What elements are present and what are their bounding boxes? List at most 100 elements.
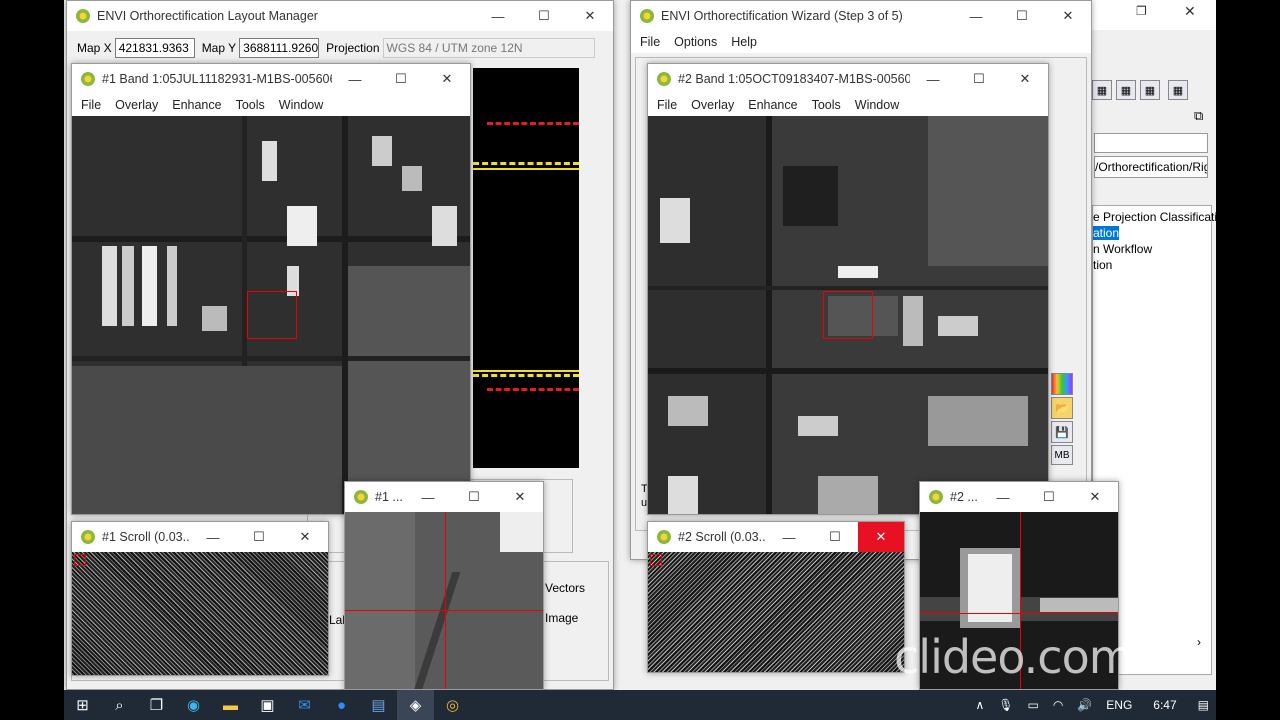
save-button[interactable]: 💾 (1051, 421, 1073, 443)
tree-item-selected[interactable]: ation (1093, 225, 1211, 241)
window-title: #2 Band 1:05OCT09183407-M1BS-005606... (678, 72, 910, 86)
scroll-overview-image[interactable] (648, 552, 904, 672)
close-button[interactable]: ✕ (424, 64, 470, 94)
zoom-image[interactable] (345, 512, 543, 689)
task-view-icon[interactable]: ❐ (138, 690, 175, 720)
mapy-field[interactable]: 3688111.9260 (239, 38, 320, 58)
store-icon[interactable]: ▣ (249, 690, 286, 720)
menu-options[interactable]: Options (667, 35, 724, 49)
zoom-indicator-box[interactable] (247, 291, 297, 339)
envi-active-icon[interactable]: ◈ (397, 690, 434, 720)
close-button[interactable]: ✕ (282, 522, 328, 552)
menu-enhance[interactable]: Enhance (741, 98, 804, 112)
color-table-button[interactable] (1051, 373, 1073, 395)
menu-bar: File Overlay Enhance Tools Window (72, 94, 470, 116)
speaker-icon[interactable]: 🔊 (1070, 698, 1099, 712)
menu-tools[interactable]: Tools (229, 98, 272, 112)
close-button[interactable]: ✕ (1002, 64, 1048, 94)
search-field[interactable] (1094, 133, 1208, 153)
toolbar-button[interactable]: ▦ (1168, 80, 1188, 100)
view-indicator-box[interactable] (74, 554, 86, 566)
minimize-button[interactable]: — (405, 482, 451, 512)
wifi-icon[interactable]: ◠ (1046, 698, 1070, 712)
start-icon[interactable]: ⊞ (64, 690, 101, 720)
minimize-button[interactable]: — (910, 64, 956, 94)
minimize-button[interactable]: — (332, 64, 378, 94)
menu-file[interactable]: File (650, 98, 684, 112)
close-button[interactable]: ✕ (497, 482, 543, 512)
maximize-button[interactable]: ☐ (812, 522, 858, 552)
envi-app-icon (354, 490, 368, 504)
clock[interactable]: 6:47 (1139, 698, 1190, 712)
menu-overlay[interactable]: Overlay (684, 98, 741, 112)
close-button[interactable]: ✕ (1045, 1, 1091, 31)
scroll-overview-image[interactable] (72, 552, 328, 675)
battery-icon[interactable]: ▭ (1021, 698, 1046, 712)
menu-enhance[interactable]: Enhance (165, 98, 228, 112)
tree-item[interactable]: e Projection Classification (1093, 209, 1216, 225)
minimize-button[interactable]: — (475, 1, 521, 31)
menu-window[interactable]: Window (848, 98, 906, 112)
mb-button[interactable]: MB (1051, 445, 1073, 465)
path-field: /Orthorectification/Rigc (1094, 156, 1208, 178)
menu-file[interactable]: File (633, 35, 667, 49)
envi-app-icon (81, 530, 95, 544)
maximize-button[interactable]: ☐ (236, 522, 282, 552)
chrome-icon[interactable]: ◎ (434, 690, 471, 720)
menu-bar: File Options Help (631, 31, 1091, 53)
scroll-right-icon[interactable]: › (1197, 634, 1201, 650)
minimize-button[interactable]: — (190, 522, 236, 552)
maximize-button[interactable]: ☐ (378, 64, 424, 94)
maximize-button[interactable]: ☐ (451, 482, 497, 512)
window-title: ENVI Orthorectification Wizard (Step 3 o… (661, 9, 903, 23)
language-indicator[interactable]: ENG (1099, 698, 1139, 712)
toolbar-button[interactable]: ▦ (1092, 80, 1112, 100)
envi-taskbar-icon[interactable]: ▤ (360, 690, 397, 720)
menu-tools[interactable]: Tools (805, 98, 848, 112)
maximize-button[interactable]: ☐ (521, 1, 567, 31)
tree-item[interactable]: tion (1093, 257, 1211, 273)
close-button[interactable]: ✕ (567, 1, 613, 31)
zoom-app-icon[interactable]: ● (323, 690, 360, 720)
menu-window[interactable]: Window (272, 98, 330, 112)
notifications-icon[interactable]: ▤ (1191, 698, 1216, 712)
restore-icon[interactable]: ❐ (1136, 4, 1147, 18)
title-bar: ENVI Orthorectification Wizard (Step 3 o… (631, 1, 1091, 31)
envi-app-icon (640, 9, 654, 23)
minimize-button[interactable]: — (980, 482, 1026, 512)
satellite-image[interactable] (648, 116, 1048, 514)
window-title: #1 ... (375, 490, 403, 504)
mapx-field[interactable]: 421831.9363 (114, 38, 195, 58)
chevron-up-icon[interactable]: ∧ (968, 698, 991, 712)
mail-icon[interactable]: ✉ (286, 690, 323, 720)
maximize-button[interactable]: ☐ (956, 64, 1002, 94)
maximize-button[interactable]: ☐ (1026, 482, 1072, 512)
file-explorer-icon[interactable]: ▬ (212, 690, 249, 720)
menu-help[interactable]: Help (724, 35, 764, 49)
menu-overlay[interactable]: Overlay (108, 98, 165, 112)
title-bar: #1 Scroll (0.03... — ☐ ✕ (72, 522, 328, 552)
panel-icon[interactable]: ⧉ (1194, 108, 1203, 124)
overview-panel (473, 68, 579, 468)
close-button[interactable]: ✕ (1072, 482, 1118, 512)
tree-item[interactable]: n Workflow (1093, 241, 1211, 257)
edge-icon[interactable]: ◉ (175, 690, 212, 720)
microphone-icon[interactable]: 🎙 (991, 698, 1020, 712)
envi-app-icon (76, 9, 90, 23)
close-button[interactable]: ✕ (858, 522, 904, 552)
toolbar-button[interactable]: ▦ (1116, 80, 1136, 100)
search-icon[interactable]: ⌕ (101, 690, 138, 720)
close-icon[interactable]: ✕ (1184, 3, 1196, 20)
toolbar-button[interactable]: ▦ (1140, 80, 1160, 100)
envi-app-icon (657, 72, 671, 86)
desktop: ❐ ✕ ▦ ▦ ▦ ▦ ⧉ /Orthorectification/Rigc e… (64, 0, 1216, 690)
zoom-indicator-box[interactable] (823, 291, 873, 339)
open-folder-button[interactable]: 📂 (1051, 397, 1073, 419)
view-indicator-box[interactable] (650, 554, 662, 566)
minimize-button[interactable]: — (953, 1, 999, 31)
envi-app-icon (81, 72, 95, 86)
maximize-button[interactable]: ☐ (999, 1, 1045, 31)
minimize-button[interactable]: — (766, 522, 812, 552)
satellite-image[interactable] (72, 116, 470, 514)
menu-file[interactable]: File (74, 98, 108, 112)
